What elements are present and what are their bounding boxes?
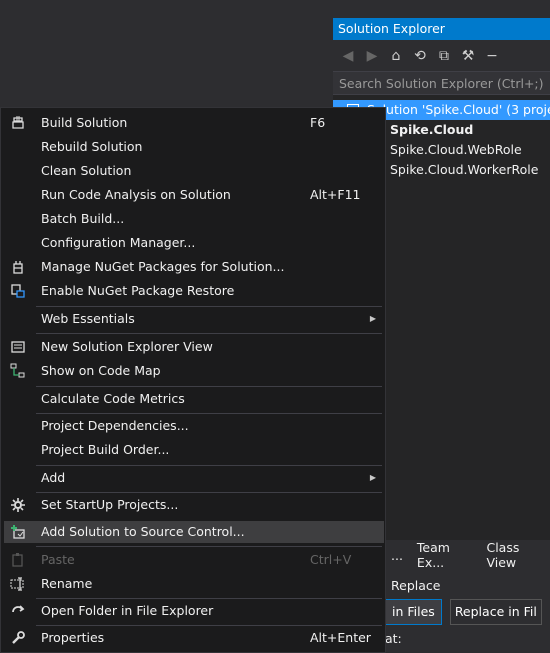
- solution-explorer-search[interactable]: Search Solution Explorer (Ctrl+;): [333, 71, 550, 95]
- solution-context-menu: Build Solution F6 Rebuild Solution Clean…: [0, 107, 386, 653]
- menu-item-paste[interactable]: Paste Ctrl+V: [4, 549, 384, 571]
- menu-item-label: Rename: [41, 576, 93, 591]
- menu-item-manage-nuget[interactable]: Manage NuGet Packages for Solution...: [4, 256, 384, 278]
- submenu-arrow-icon: ▶: [369, 473, 376, 482]
- new-view-icon: [11, 341, 25, 353]
- find-in-files-button[interactable]: in Files: [385, 599, 442, 625]
- submenu-arrow-icon: ▶: [369, 314, 376, 323]
- menu-item-run-code-analysis[interactable]: Run Code Analysis on Solution Alt+F11: [4, 184, 384, 206]
- menu-item-properties[interactable]: Properties Alt+Enter: [4, 627, 384, 649]
- menu-item-label: Run Code Analysis on Solution: [41, 187, 231, 202]
- tree-item-label: Solution 'Spike.Cloud' (3 projec: [367, 102, 550, 117]
- menu-item-label: Batch Build...: [41, 211, 125, 226]
- menu-item-open-folder[interactable]: Open Folder in File Explorer: [4, 600, 384, 622]
- wrench-icon: [12, 631, 25, 644]
- menu-separator: [36, 333, 382, 334]
- menu-separator: [36, 413, 382, 414]
- find-what-label: at:: [385, 631, 402, 646]
- menu-item-add[interactable]: Add ▶: [4, 467, 384, 489]
- menu-item-label: Add Solution to Source Control...: [41, 524, 245, 539]
- tab-team-explorer[interactable]: Team Ex...: [411, 540, 479, 570]
- rename-icon: [10, 577, 24, 591]
- menu-item-show-on-code-map[interactable]: Show on Code Map: [4, 360, 384, 382]
- menu-separator: [36, 625, 382, 626]
- menu-item-label: Configuration Manager...: [41, 235, 196, 250]
- tree-item-label: Spike.Cloud.WebRole: [390, 142, 522, 157]
- menu-separator: [36, 492, 382, 493]
- menu-item-shortcut: F6: [310, 115, 326, 130]
- menu-item-label: Open Folder in File Explorer: [41, 603, 214, 618]
- tree-item-label: Spike.Cloud: [390, 122, 474, 137]
- menu-item-web-essentials[interactable]: Web Essentials ▶: [4, 308, 384, 330]
- solution-explorer-title: Solution Explorer: [333, 18, 550, 40]
- source-control-icon: [11, 525, 25, 539]
- menu-separator: [36, 546, 382, 547]
- replace-in-files-button[interactable]: Replace in Fil: [449, 599, 542, 625]
- menu-item-label: Properties: [41, 630, 105, 645]
- forward-icon[interactable]: ▶: [363, 48, 381, 64]
- menu-item-project-build-order[interactable]: Project Build Order...: [4, 439, 384, 461]
- collapse-all-icon[interactable]: ⧉: [435, 48, 453, 64]
- menu-item-label: Rebuild Solution: [41, 139, 143, 154]
- menu-item-configuration-manager[interactable]: Configuration Manager...: [4, 232, 384, 254]
- menu-item-label: Project Dependencies...: [41, 418, 189, 433]
- menu-item-rename[interactable]: Rename: [4, 573, 384, 595]
- code-map-icon: [10, 363, 25, 378]
- menu-separator: [36, 598, 382, 599]
- open-folder-icon: [12, 605, 25, 613]
- menu-item-label: Web Essentials: [41, 311, 135, 326]
- history-icon[interactable]: ⟲: [411, 48, 429, 64]
- back-icon[interactable]: ◀: [339, 48, 357, 64]
- menu-item-label: Clean Solution: [41, 163, 132, 178]
- bottom-tabs: ... Team Ex... Class View: [385, 540, 550, 570]
- menu-item-label: Calculate Code Metrics: [41, 391, 185, 406]
- menu-item-shortcut: Ctrl+V: [310, 552, 352, 567]
- menu-item-enable-nuget-restore[interactable]: Enable NuGet Package Restore: [4, 280, 384, 302]
- tree-item-label: Spike.Cloud.WorkerRole: [390, 162, 539, 177]
- gear-icon: [11, 498, 25, 512]
- package-restore-icon: [11, 284, 25, 298]
- menu-item-shortcut: Alt+Enter: [310, 630, 371, 645]
- find-replace-header: Replace: [385, 575, 550, 597]
- menu-item-shortcut: Alt+F11: [310, 187, 361, 202]
- menu-item-build-solution[interactable]: Build Solution F6: [4, 112, 384, 134]
- solution-explorer-toolbar: ◀ ▶ ⌂ ⟲ ⧉ ⚒ −: [333, 40, 550, 71]
- build-icon: [12, 116, 24, 129]
- menu-item-label: Paste: [41, 552, 75, 567]
- menu-item-label: Show on Code Map: [41, 363, 161, 378]
- menu-item-label: Add: [41, 470, 66, 485]
- paste-icon: [12, 553, 23, 567]
- find-replace-mode-row: in Files Replace in Fil: [385, 599, 550, 625]
- menu-separator: [36, 306, 382, 307]
- menu-item-label: Build Solution: [41, 115, 128, 130]
- tab-overflow[interactable]: ...: [385, 548, 409, 563]
- menu-item-label: Manage NuGet Packages for Solution...: [41, 259, 285, 274]
- menu-item-add-to-source-control[interactable]: Add Solution to Source Control...: [4, 521, 384, 543]
- menu-item-label: Project Build Order...: [41, 442, 170, 457]
- wrench-icon[interactable]: ⚒: [459, 48, 477, 64]
- tab-class-view[interactable]: Class View: [480, 540, 550, 570]
- menu-item-rebuild-solution[interactable]: Rebuild Solution: [4, 136, 384, 158]
- nuget-icon: [13, 261, 23, 274]
- menu-separator: [36, 386, 382, 387]
- menu-item-project-dependencies[interactable]: Project Dependencies...: [4, 415, 384, 437]
- menu-item-batch-build[interactable]: Batch Build...: [4, 208, 384, 230]
- pin-icon[interactable]: −: [483, 48, 501, 64]
- menu-item-label: Enable NuGet Package Restore: [41, 283, 235, 298]
- menu-item-label: Set StartUp Projects...: [41, 497, 179, 512]
- menu-item-label: New Solution Explorer View: [41, 339, 213, 354]
- menu-item-clean-solution[interactable]: Clean Solution: [4, 160, 384, 182]
- menu-item-new-solution-explorer-view[interactable]: New Solution Explorer View: [4, 336, 384, 358]
- menu-separator: [36, 465, 382, 466]
- menu-item-calculate-code-metrics[interactable]: Calculate Code Metrics: [4, 388, 384, 410]
- menu-item-set-startup-projects[interactable]: Set StartUp Projects...: [4, 494, 384, 516]
- home-icon[interactable]: ⌂: [387, 48, 405, 64]
